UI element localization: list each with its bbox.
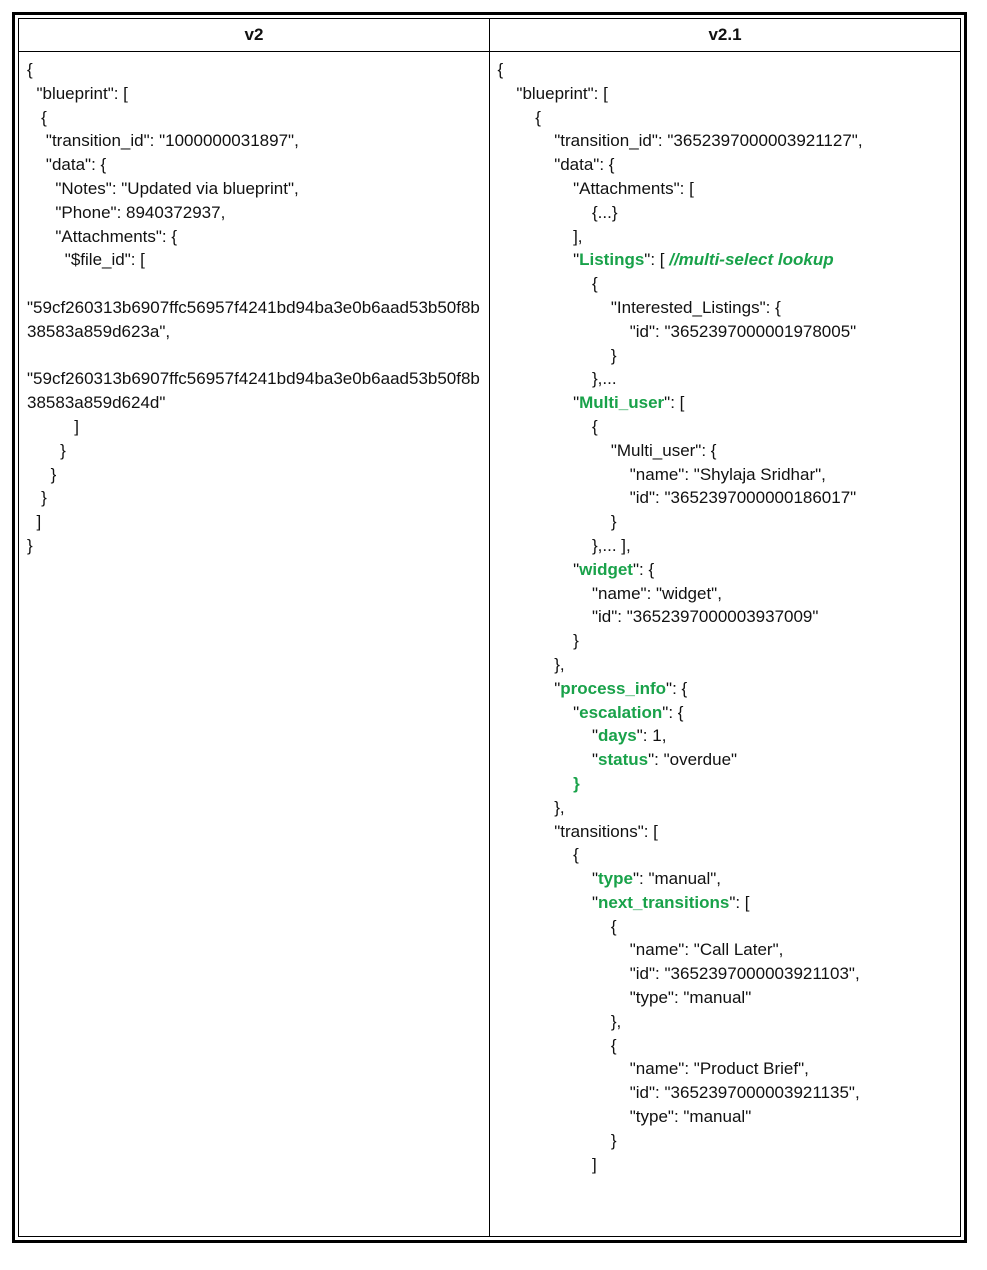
code-line: "$file_id": [ xyxy=(27,250,145,269)
code-text: ": [ xyxy=(729,893,749,912)
code-text: " xyxy=(498,750,599,769)
code-line: "blueprint": [ xyxy=(498,84,608,103)
code-text: ": 1, xyxy=(637,726,667,745)
code-text: " xyxy=(498,726,599,745)
code-text: " xyxy=(498,679,561,698)
code-line: } xyxy=(27,441,66,460)
code-line: { xyxy=(498,417,598,436)
code-line: } xyxy=(27,488,47,507)
code-line: } xyxy=(498,631,579,650)
code-line: "transitions": [ xyxy=(498,822,658,841)
code-text: ": "manual", xyxy=(633,869,721,888)
code-text: ": [ xyxy=(644,250,669,269)
code-line: { xyxy=(498,845,579,864)
code-v2: { "blueprint": [ { "transition_id": "100… xyxy=(19,52,490,1236)
code-line: "id": "3652397000000186017" xyxy=(498,488,857,507)
code-line: {...} xyxy=(498,203,618,222)
code-line: "Notes": "Updated via blueprint", xyxy=(27,179,299,198)
highlight-key: days xyxy=(598,726,637,745)
highlight-key: escalation xyxy=(579,703,662,722)
code-line: ] xyxy=(498,1155,597,1174)
code-line: "Interested_Listings": { xyxy=(498,298,781,317)
header-v21: v2.1 xyxy=(490,19,960,51)
code-line: "name": "widget", xyxy=(498,584,722,603)
code-line: } xyxy=(498,1131,617,1150)
code-text: " xyxy=(498,560,580,579)
highlight-key: type xyxy=(598,869,633,888)
code-text: ": { xyxy=(666,679,687,698)
code-line: },... xyxy=(498,369,617,388)
code-line: { xyxy=(27,108,47,127)
code-line: "type": "manual" xyxy=(498,988,752,1007)
code-line: }, xyxy=(498,655,565,674)
code-line: "name": "Shylaja Sridhar", xyxy=(498,465,826,484)
highlight-key: status xyxy=(598,750,648,769)
code-line: },... ], xyxy=(498,536,631,555)
code-line: } xyxy=(498,346,617,365)
code-text: ": "overdue" xyxy=(648,750,737,769)
code-line: "id": "3652397000001978005" xyxy=(498,322,857,341)
code-comment: //multi-select lookup xyxy=(669,250,833,269)
code-line: "id": "3652397000003937009" xyxy=(498,607,819,626)
code-line: ] xyxy=(27,512,41,531)
highlight-key: widget xyxy=(579,560,633,579)
code-line: "transition_id": "1000000031897", xyxy=(27,131,299,150)
body-row: { "blueprint": [ { "transition_id": "100… xyxy=(19,52,960,1236)
code-line: "id": "3652397000003921135", xyxy=(498,1083,860,1102)
code-line: "59cf260313b6907ffc56957f4241bd94ba3e0b6… xyxy=(27,298,480,341)
code-v21: { "blueprint": [ { "transition_id": "365… xyxy=(490,52,961,1236)
code-line: "Attachments": { xyxy=(27,227,177,246)
code-text: " xyxy=(498,893,599,912)
code-line: "Phone": 8940372937, xyxy=(27,203,225,222)
code-line: }, xyxy=(498,1012,622,1031)
header-v2: v2 xyxy=(19,19,490,51)
code-text: ": { xyxy=(662,703,683,722)
comparison-table: v2 v2.1 { "blueprint": [ { "transition_i… xyxy=(12,12,967,1243)
highlight-key: next_transitions xyxy=(598,893,729,912)
header-row: v2 v2.1 xyxy=(19,19,960,52)
highlight-key: process_info xyxy=(560,679,666,698)
code-line: "transition_id": "3652397000003921127", xyxy=(498,131,863,150)
code-line: ] xyxy=(27,417,79,436)
code-line: "blueprint": [ xyxy=(27,84,128,103)
code-text: " xyxy=(498,393,580,412)
code-line: } xyxy=(27,465,56,484)
code-line: "Attachments": [ xyxy=(498,179,694,198)
code-line: ], xyxy=(498,227,583,246)
code-line: "type": "manual" xyxy=(498,1107,752,1126)
code-line: { xyxy=(498,917,617,936)
code-line: "data": { xyxy=(27,155,106,174)
code-line: "name": "Call Later", xyxy=(498,940,784,959)
code-line: { xyxy=(498,108,541,127)
code-text: " xyxy=(498,703,580,722)
code-line: "59cf260313b6907ffc56957f4241bd94ba3e0b6… xyxy=(27,369,480,412)
code-text: " xyxy=(498,869,599,888)
code-line: "id": "3652397000003921103", xyxy=(498,964,860,983)
code-line: { xyxy=(498,1036,617,1055)
highlight-brace: } xyxy=(498,774,580,793)
code-text: " xyxy=(498,250,580,269)
highlight-key: Multi_user xyxy=(579,393,664,412)
code-line: "Multi_user": { xyxy=(498,441,717,460)
comparison-inner: v2 v2.1 { "blueprint": [ { "transition_i… xyxy=(18,18,961,1237)
code-line: "data": { xyxy=(498,155,615,174)
code-line: }, xyxy=(498,798,565,817)
code-line: "name": "Product Brief", xyxy=(498,1059,809,1078)
code-line: { xyxy=(498,60,504,79)
code-text: ": { xyxy=(633,560,654,579)
code-line: { xyxy=(27,60,33,79)
code-text: ": [ xyxy=(664,393,684,412)
highlight-key: Listings xyxy=(579,250,644,269)
code-line: } xyxy=(498,512,617,531)
code-line: { xyxy=(498,274,598,293)
code-line: } xyxy=(27,536,33,555)
